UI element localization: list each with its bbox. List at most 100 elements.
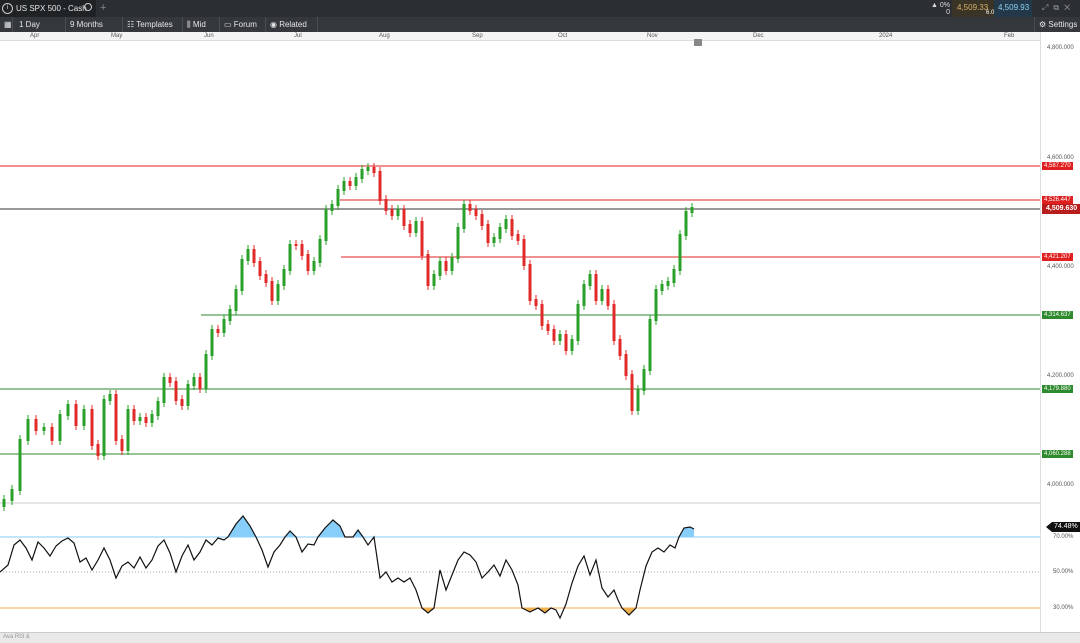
candle-body[interactable] [42,427,46,431]
candle-body[interactable] [600,289,604,301]
candle-body[interactable] [684,211,688,236]
candle-body[interactable] [174,381,178,401]
candle-body[interactable] [570,339,574,351]
candle-body[interactable] [74,404,78,426]
candle-body[interactable] [246,249,250,261]
candle-body[interactable] [360,169,364,179]
candle-body[interactable] [402,209,406,226]
candle-body[interactable] [480,214,484,226]
candle-body[interactable] [366,167,370,171]
candle-body[interactable] [618,339,622,356]
candle-body[interactable] [180,399,184,406]
candle-body[interactable] [396,209,400,216]
candle-body[interactable] [456,227,460,259]
candle-body[interactable] [390,209,394,216]
candle-body[interactable] [50,427,54,441]
candle-body[interactable] [330,204,334,211]
candle-body[interactable] [546,324,550,331]
candle-body[interactable] [660,284,664,291]
candle-body[interactable] [348,181,352,186]
candle-body[interactable] [82,409,86,426]
candle-body[interactable] [324,209,328,241]
candle-body[interactable] [210,329,214,356]
candle-body[interactable] [222,319,226,333]
candle-body[interactable] [90,409,94,446]
candle-body[interactable] [234,289,238,311]
candle-body[interactable] [486,224,490,243]
candle-body[interactable] [294,244,298,246]
candle-body[interactable] [156,401,160,416]
candle-body[interactable] [516,234,520,241]
candle-body[interactable] [26,419,30,441]
candle-body[interactable] [228,309,232,321]
candle-body[interactable] [510,219,514,236]
candle-body[interactable] [186,384,190,406]
candle-body[interactable] [540,304,544,326]
candle-body[interactable] [312,261,316,271]
candle-body[interactable] [558,334,562,341]
candle-body[interactable] [282,269,286,286]
level-label[interactable]: 4,314.637 [1042,311,1073,319]
candle-body[interactable] [66,404,70,416]
candle-body[interactable] [444,261,448,271]
candle-body[interactable] [678,234,682,271]
candle-body[interactable] [264,274,268,283]
candle-body[interactable] [192,377,196,386]
candle-body[interactable] [10,489,14,501]
level-label[interactable]: 4,060.288 [1042,450,1073,458]
candle-body[interactable] [690,207,694,213]
candle-body[interactable] [144,417,148,423]
candle-body[interactable] [126,409,130,451]
candle-body[interactable] [468,204,472,211]
candle-body[interactable] [342,181,346,191]
candle-body[interactable] [18,439,22,491]
candle-body[interactable] [240,259,244,291]
candle-body[interactable] [2,499,6,507]
candle-body[interactable] [552,329,556,341]
candle-body[interactable] [636,389,640,411]
candle-body[interactable] [450,257,454,271]
candle-body[interactable] [528,264,532,301]
candle-body[interactable] [306,254,310,271]
candle-body[interactable] [300,244,304,256]
candle-body[interactable] [354,177,358,186]
date-marker-icon[interactable] [694,39,702,46]
candle-body[interactable] [420,221,424,256]
candle-body[interactable] [594,274,598,301]
candle-body[interactable] [672,269,676,283]
candle-body[interactable] [204,354,208,389]
candle-body[interactable] [438,261,442,276]
chart-canvas[interactable] [0,0,1080,642]
candle-body[interactable] [318,239,322,263]
level-label[interactable]: 4,421.207 [1042,253,1073,261]
candle-body[interactable] [216,329,220,333]
candle-body[interactable] [288,244,292,271]
candle-body[interactable] [150,414,154,423]
candle-body[interactable] [378,171,382,201]
candle-body[interactable] [162,377,166,403]
candle-body[interactable] [114,394,118,441]
candle-body[interactable] [132,409,136,421]
candle-body[interactable] [108,394,112,401]
candle-body[interactable] [504,219,508,229]
candle-body[interactable] [606,289,610,306]
candle-body[interactable] [34,419,38,431]
candle-body[interactable] [120,439,124,451]
candle-body[interactable] [522,239,526,266]
candle-body[interactable] [96,444,100,456]
level-label[interactable]: 4,526.447 [1042,196,1073,204]
level-label[interactable]: 4,587.270 [1042,162,1073,170]
candle-body[interactable] [102,399,106,456]
candle-body[interactable] [474,209,478,216]
candle-body[interactable] [198,377,202,389]
candle-body[interactable] [372,167,376,173]
candle-body[interactable] [336,189,340,206]
candle-body[interactable] [612,304,616,341]
candle-body[interactable] [408,224,412,233]
candle-body[interactable] [276,284,280,301]
candle-body[interactable] [58,414,62,441]
candle-body[interactable] [270,281,274,301]
candle-body[interactable] [384,199,388,211]
candle-body[interactable] [582,284,586,306]
candle-body[interactable] [564,334,568,351]
